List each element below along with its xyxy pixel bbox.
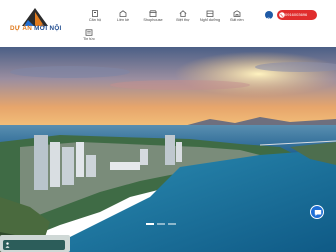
hero-slider[interactable]	[0, 47, 336, 252]
news-icon	[85, 29, 93, 36]
nav-item-label: Biệt thự	[176, 18, 190, 22]
hero-image	[0, 47, 336, 252]
search-button[interactable]	[265, 11, 273, 23]
nav-item-lien-ke[interactable]: Liền kề	[114, 10, 132, 26]
slider-dot[interactable]	[157, 223, 165, 225]
building-icon	[92, 10, 98, 17]
slider-dot[interactable]	[168, 223, 176, 225]
logo-text: DỰ ÁN MỚI NỘI	[10, 25, 62, 32]
land-icon	[233, 10, 241, 17]
nav-item-dat-nen[interactable]: Đất nền	[228, 10, 246, 26]
shop-icon	[149, 10, 157, 17]
townhouse-icon	[119, 10, 127, 17]
page: DỰ ÁN MỚI NỘI Căn hộ Liền kề Shophouse B…	[0, 0, 336, 252]
search-icon	[266, 17, 272, 23]
nav-item-label: Liền kề	[116, 18, 130, 22]
nav-item-can-ho[interactable]: Căn hộ	[86, 10, 104, 26]
slider-dot-active[interactable]	[146, 223, 154, 225]
nav-item-label: Căn hộ	[88, 18, 102, 22]
bottom-contact-button[interactable]	[3, 240, 65, 250]
user-icon	[5, 242, 10, 248]
nav-item-label: Shophouse	[143, 18, 163, 22]
chat-button[interactable]	[310, 205, 324, 219]
nav-item-nghi-duong[interactable]: Nghỉ dưỡng	[198, 10, 222, 26]
chat-icon	[314, 210, 322, 216]
logo-mark-icon	[22, 8, 48, 26]
nav-item-biet-thu[interactable]: Biệt thự	[174, 10, 192, 26]
site-logo[interactable]: DỰ ÁN MỚI NỘI	[10, 8, 62, 34]
nav-item-label: Tin tức	[83, 37, 95, 41]
nav-item-tin-tuc[interactable]: Tin tức	[80, 29, 98, 45]
nav-item-label: Nghỉ dưỡng	[199, 18, 221, 22]
logo-text-part-1: DỰ ÁN	[10, 25, 35, 32]
logo-text-part-2: MỚI NỘI	[34, 25, 62, 32]
nav-item-shophouse[interactable]: Shophouse	[142, 10, 164, 26]
nav-item-label: Đất nền	[230, 18, 244, 22]
villa-icon	[179, 10, 187, 17]
site-header: DỰ ÁN MỚI NỘI Căn hộ Liền kề Shophouse B…	[0, 0, 336, 47]
hotline-number: 0916003696	[285, 12, 308, 17]
phone-icon	[279, 12, 285, 18]
resort-icon	[206, 10, 214, 17]
hotline-button[interactable]: 0916003696	[277, 10, 317, 20]
